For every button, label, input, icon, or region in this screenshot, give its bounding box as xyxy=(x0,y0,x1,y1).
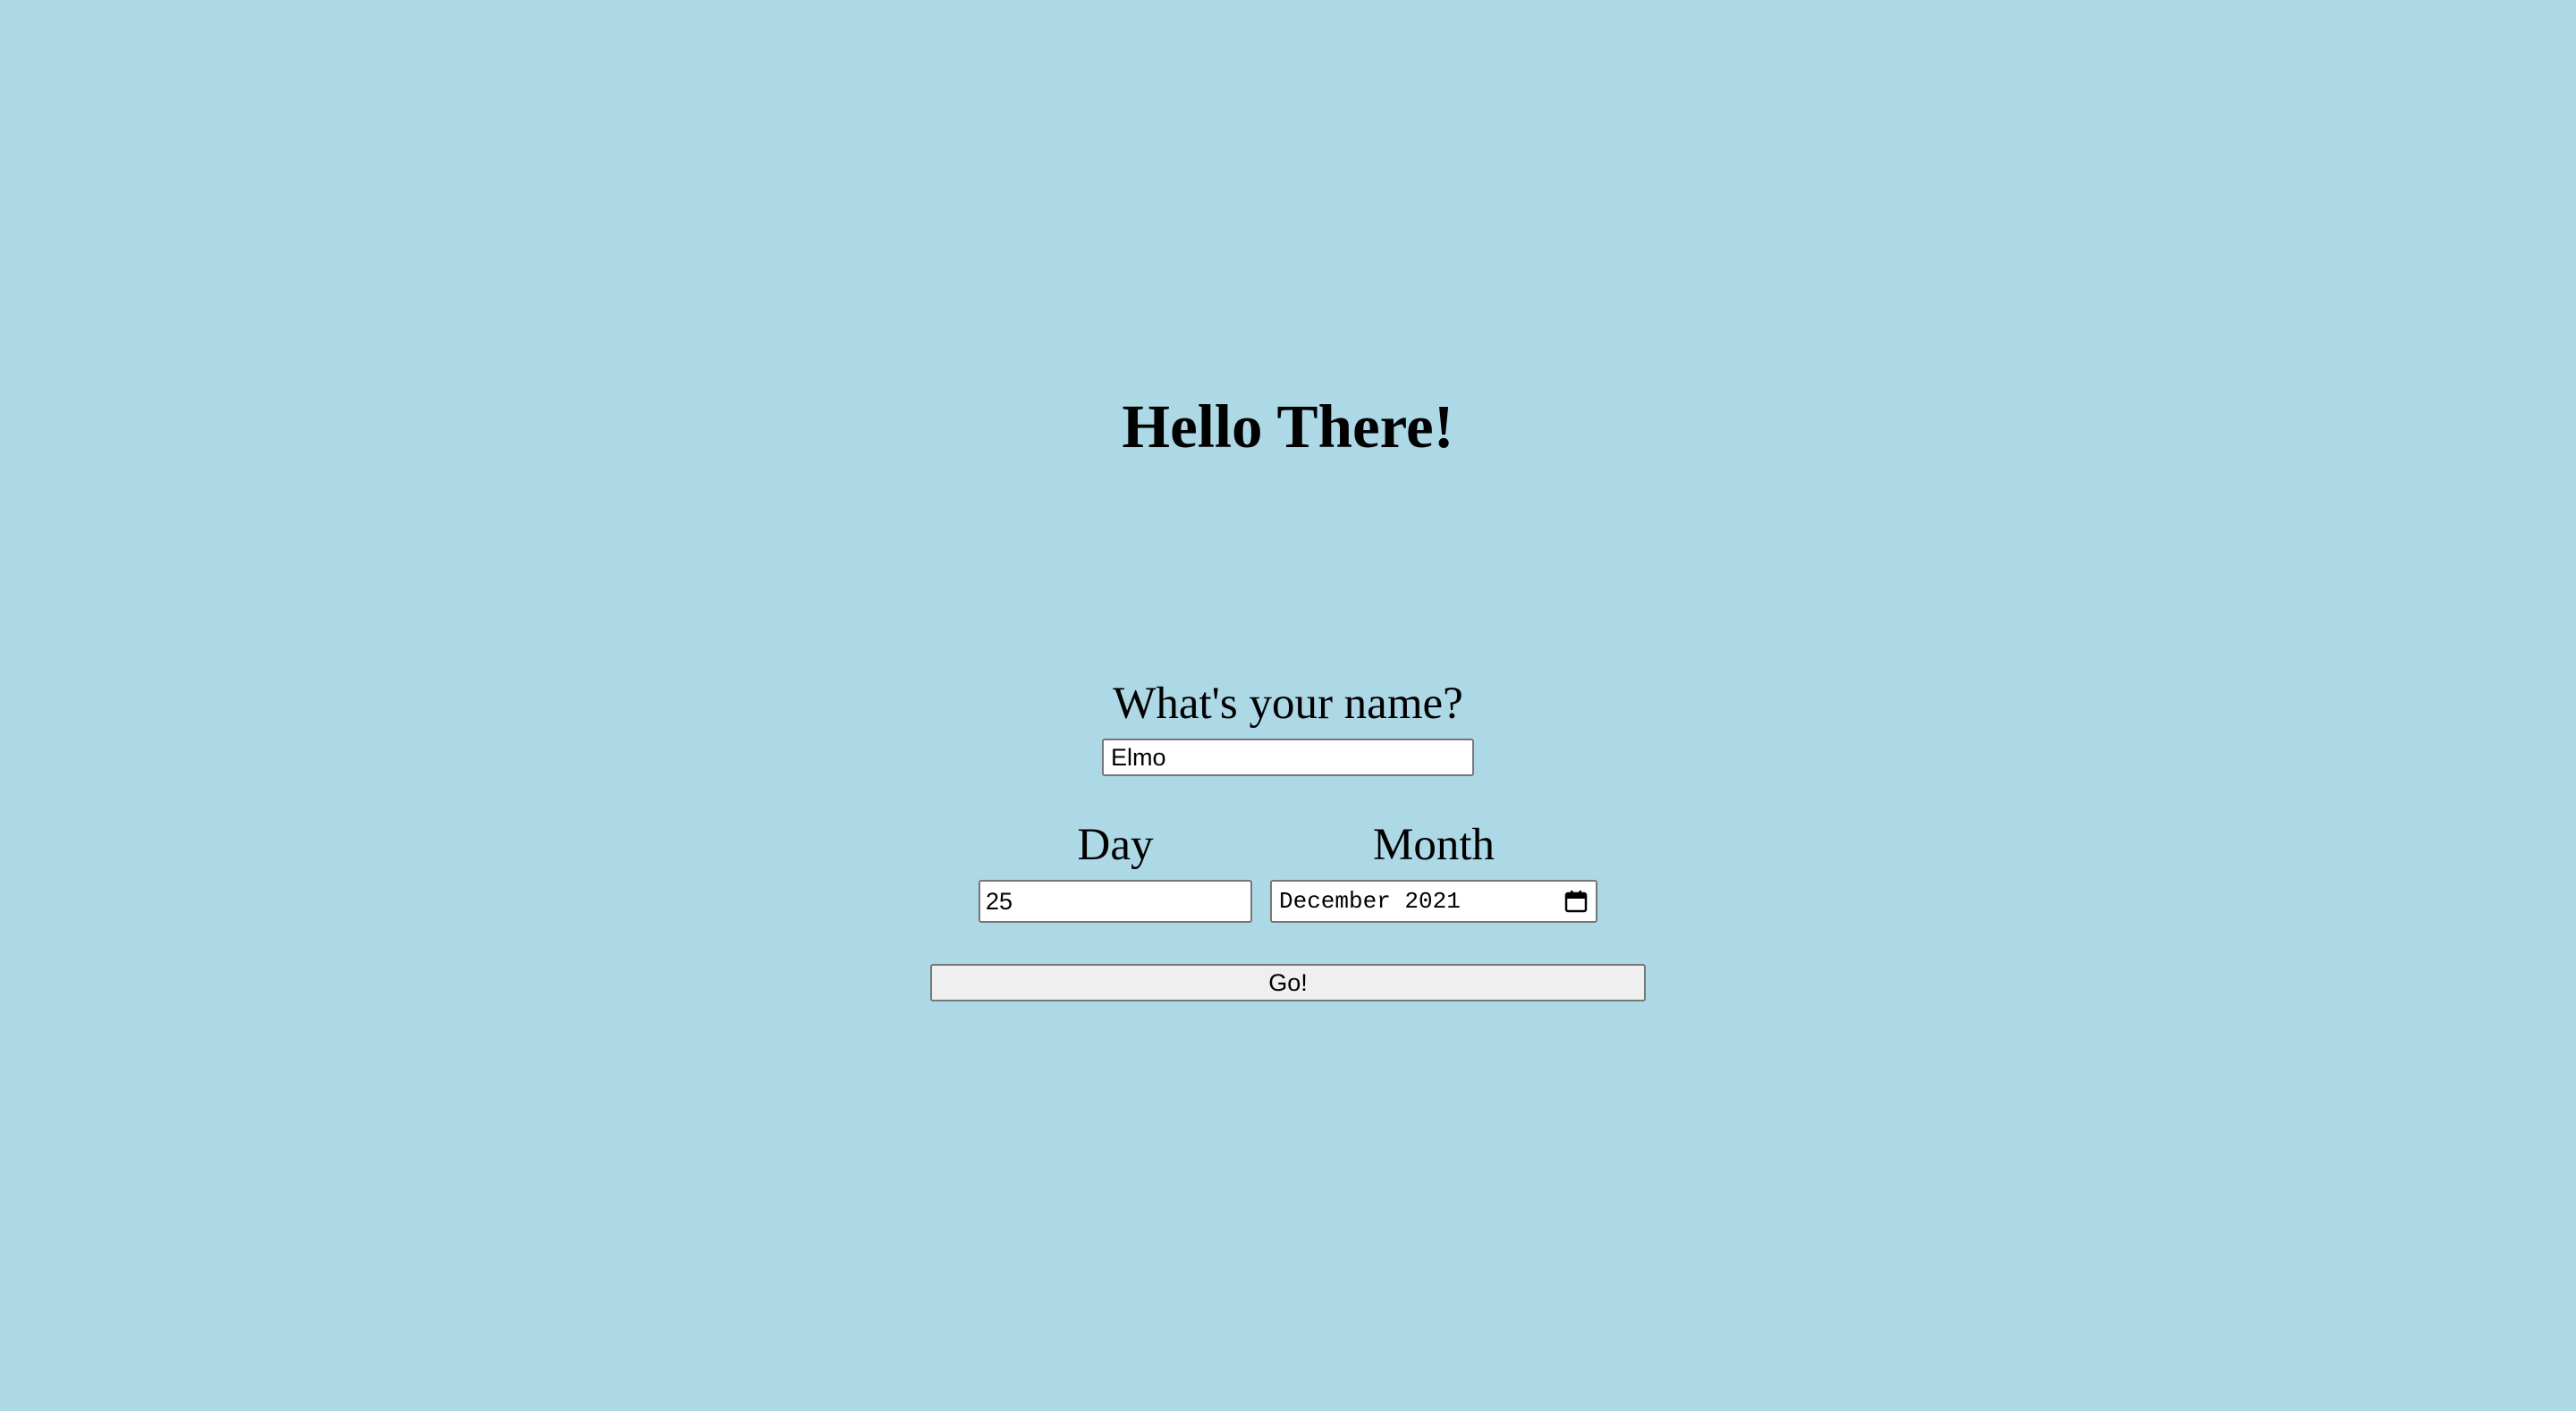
month-input[interactable]: December 2021 xyxy=(1270,880,1597,923)
name-label: What's your name? xyxy=(1113,679,1463,729)
calendar-icon[interactable] xyxy=(1563,889,1589,914)
day-label: Day xyxy=(1077,820,1154,870)
name-input[interactable] xyxy=(1102,739,1474,776)
month-value: December 2021 xyxy=(1279,888,1461,915)
month-label: Month xyxy=(1372,820,1496,870)
day-input[interactable] xyxy=(979,880,1252,923)
go-button[interactable]: Go! xyxy=(930,964,1646,1001)
page-title: Hello There! xyxy=(1122,393,1454,460)
